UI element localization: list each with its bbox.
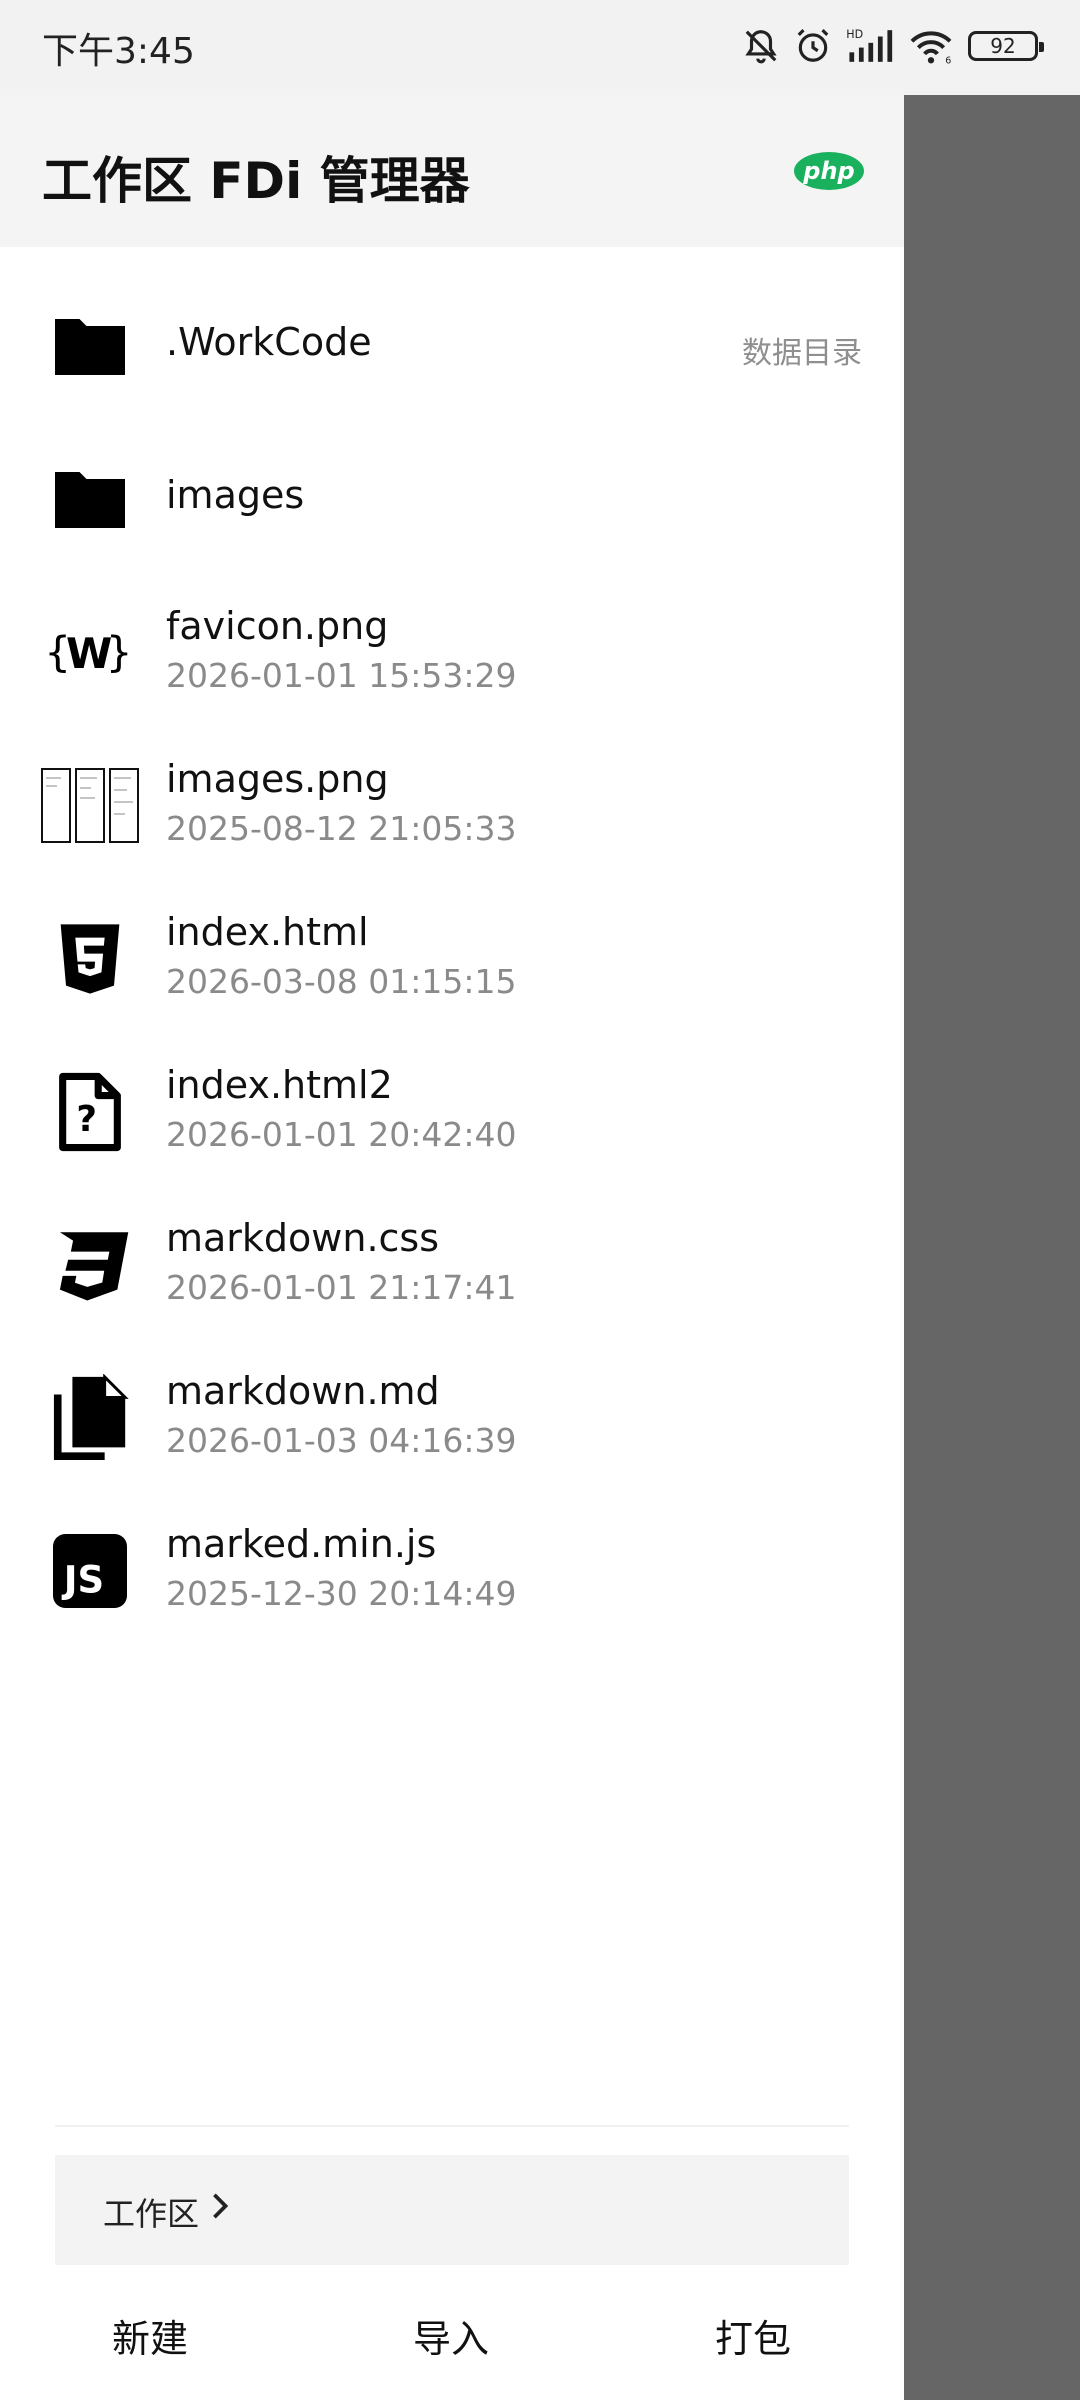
svg-text:HD: HD — [846, 28, 863, 41]
css3-icon — [40, 1224, 140, 1306]
battery-icon: 92 — [968, 31, 1044, 61]
favicon-icon: {W} — [40, 612, 140, 694]
file-name: images — [166, 473, 305, 517]
copy-document-icon — [40, 1374, 140, 1460]
file-name: .WorkCode — [166, 320, 372, 364]
file-date: 2026-01-01 20:42:40 — [166, 1115, 517, 1154]
file-date: 2025-12-30 20:14:49 — [166, 1574, 517, 1613]
scrim-overlay[interactable] — [904, 95, 1080, 2400]
file-name: index.html2 — [166, 1063, 393, 1107]
file-item-favicon[interactable]: {W} favicon.png 2026-01-01 15:53:29 — [0, 574, 904, 727]
chevron-right-icon — [210, 2193, 230, 2223]
file-list: .WorkCode 数据目录 images {W} favicon.png 20… — [0, 268, 904, 1645]
wifi-icon: 6 — [908, 27, 954, 65]
file-name: images.png — [166, 757, 389, 801]
svg-text:6: 6 — [945, 55, 951, 65]
data-directory-tag: 数据目录 — [742, 336, 862, 371]
file-name: markdown.css — [166, 1216, 440, 1260]
file-item-images-png[interactable]: images.png 2025-08-12 21:05:33 — [0, 727, 904, 880]
folder-icon — [40, 306, 140, 388]
hd-signal-icon: HD — [846, 27, 894, 65]
file-item-marked-min-js[interactable]: JS marked.min.js 2025-12-30 20:14:49 — [0, 1492, 904, 1645]
import-button[interactable]: 导入 — [413, 2308, 489, 2363]
status-bar: 下午3:45 HD 6 92 — [0, 0, 1080, 95]
drawer-header: 工作区 FDi 管理器 php — [0, 95, 904, 247]
svg-text:}: } — [107, 628, 132, 677]
bell-off-icon — [742, 27, 780, 65]
file-name: favicon.png — [166, 604, 389, 648]
file-item-index-html2[interactable]: ? index.html2 2026-01-01 20:42:40 — [0, 1033, 904, 1186]
file-date: 2026-01-03 04:16:39 — [166, 1421, 517, 1460]
action-bar: 新建 导入 打包 — [0, 2300, 904, 2380]
file-date: 2025-08-12 21:05:33 — [166, 809, 517, 848]
file-date: 2026-01-01 21:17:41 — [166, 1268, 517, 1307]
svg-text:W: W — [66, 629, 112, 678]
divider — [55, 2125, 849, 2127]
file-item-workcode[interactable]: .WorkCode 数据目录 — [0, 268, 904, 421]
alarm-icon — [794, 27, 832, 65]
svg-text:?: ? — [76, 1099, 97, 1140]
status-icons: HD 6 92 — [742, 22, 1044, 70]
js-icon: JS — [40, 1530, 140, 1612]
file-drawer: 工作区 FDi 管理器 php .WorkCode 数据目录 images {W… — [0, 95, 904, 2400]
svg-text:JS: JS — [61, 1559, 104, 1602]
html5-icon — [40, 918, 140, 1000]
file-date: 2026-01-01 15:53:29 — [166, 656, 517, 695]
image-thumbnail-icon — [40, 765, 140, 847]
unknown-file-icon: ? — [40, 1071, 140, 1153]
drawer-title: 工作区 FDi 管理器 — [42, 152, 470, 210]
file-item-images[interactable]: images — [0, 421, 904, 574]
file-date: 2026-03-08 01:15:15 — [166, 962, 517, 1001]
status-time: 下午3:45 — [42, 31, 195, 72]
file-item-markdown-css[interactable]: markdown.css 2026-01-01 21:17:41 — [0, 1186, 904, 1339]
file-item-index-html[interactable]: index.html 2026-03-08 01:15:15 — [0, 880, 904, 1033]
new-button[interactable]: 新建 — [112, 2308, 188, 2363]
pack-button[interactable]: 打包 — [715, 2308, 791, 2363]
php-badge[interactable]: php — [794, 152, 864, 190]
file-name: marked.min.js — [166, 1522, 437, 1566]
file-item-markdown-md[interactable]: markdown.md 2026-01-03 04:16:39 — [0, 1339, 904, 1492]
file-name: index.html — [166, 910, 369, 954]
folder-icon — [40, 459, 140, 541]
file-name: markdown.md — [166, 1369, 440, 1413]
workspace-label: 工作区 — [103, 2195, 200, 2233]
workspace-breadcrumb[interactable]: 工作区 — [55, 2155, 849, 2265]
